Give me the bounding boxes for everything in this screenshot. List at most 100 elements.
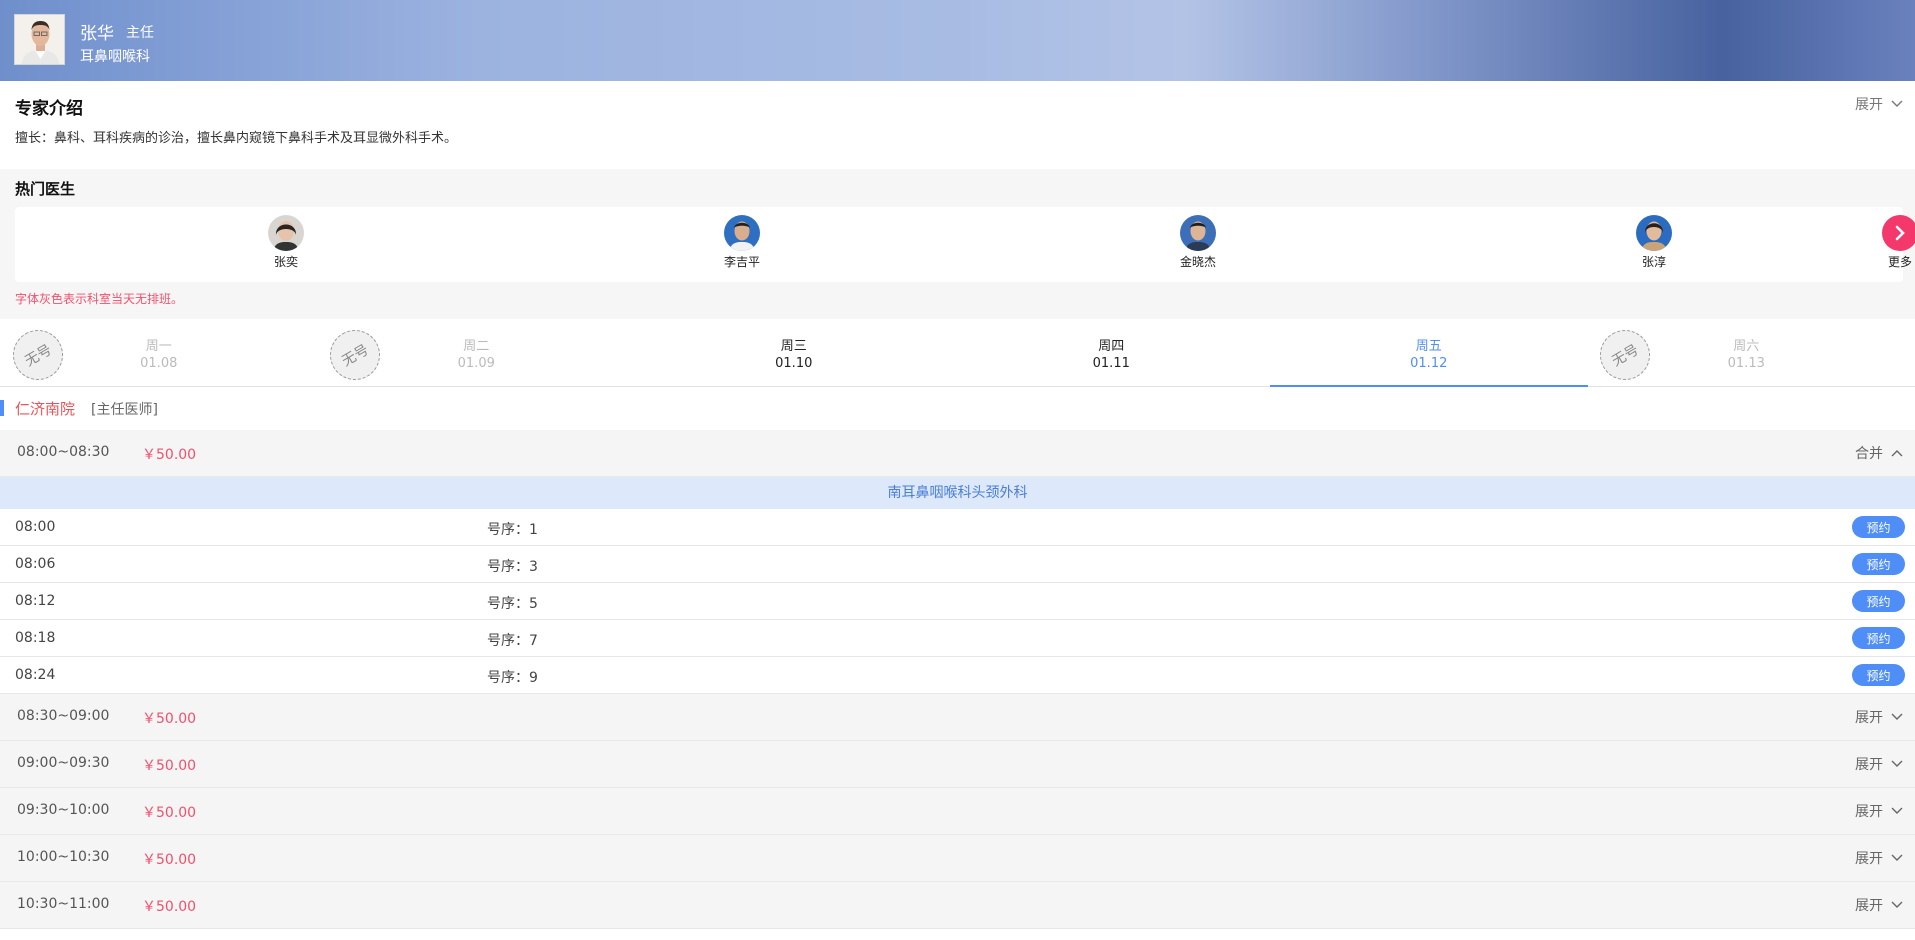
- time-slot-header[interactable]: 10:30~11:00 ￥50.00 展开: [0, 882, 1915, 929]
- slot-expand-toggle[interactable]: 展开: [1855, 848, 1903, 868]
- date-tab-date: 01.12: [1410, 356, 1448, 371]
- chevron-down-icon: [1891, 854, 1903, 861]
- book-button[interactable]: 预约: [1852, 627, 1905, 649]
- chevron-up-icon: [1891, 450, 1903, 457]
- slot-toggle-label: 展开: [1855, 851, 1883, 867]
- date-tab-fri[interactable]: 周五 01.12: [1270, 319, 1588, 387]
- appointment-number: 号序：7: [487, 633, 538, 649]
- date-tab-thu[interactable]: 周四 01.11: [953, 319, 1271, 387]
- hot-doctor-avatar: [1636, 215, 1672, 251]
- doctor-rank: [主任医师]: [91, 402, 158, 418]
- date-tab-weekday: 周四: [1098, 339, 1125, 354]
- time-slot-header[interactable]: 10:00~10:30 ￥50.00 展开: [0, 835, 1915, 882]
- hot-doctor-name: 金晓杰: [1179, 255, 1216, 269]
- appointment-row: 08:12 号序：5 预约: [0, 583, 1915, 620]
- slot-time: 10:00~10:30: [17, 849, 110, 865]
- intro-toggle-label: 展开: [1855, 97, 1883, 113]
- doctor-photo: [15, 15, 64, 64]
- hot-doctor-item[interactable]: 金晓杰: [1158, 215, 1238, 270]
- slot-toggle-label: 展开: [1855, 804, 1883, 820]
- slot-toggle-label: 展开: [1855, 710, 1883, 726]
- slot-price: ￥50.00: [142, 852, 197, 868]
- chevron-down-icon: [1891, 901, 1903, 908]
- appointment-time: 08:00: [15, 519, 56, 535]
- slot-price: ￥50.00: [142, 758, 197, 774]
- intro-text: 擅长：鼻科、耳科疾病的诊治，擅长鼻内窥镜下鼻科手术及耳显微外科手术。: [15, 131, 458, 146]
- appointment-row: 08:18 号序：7 预约: [0, 620, 1915, 657]
- book-button[interactable]: 预约: [1852, 516, 1905, 538]
- appointment-number: 号序：3: [487, 559, 538, 575]
- appointment-time: 08:18: [15, 630, 56, 646]
- chevron-down-icon: [1891, 100, 1903, 107]
- book-button[interactable]: 预约: [1852, 664, 1905, 686]
- schedule-hint: 字体灰色表示科室当天无排班。: [15, 292, 184, 306]
- slot-time: 09:30~10:00: [17, 802, 110, 818]
- hot-doctor-name: 张奕: [273, 255, 298, 269]
- hospital-header: 仁济南院 [主任医师]: [0, 387, 1915, 430]
- slot-price: ￥50.00: [142, 447, 197, 463]
- slot-expand-toggle[interactable]: 展开: [1855, 895, 1903, 915]
- appointment-number: 号序：5: [487, 596, 538, 612]
- hot-doctor-name: 李吉平: [723, 255, 760, 269]
- time-slot-header[interactable]: 08:00~08:30 ￥50.00 合并: [0, 430, 1915, 477]
- slot-toggle-label: 展开: [1855, 898, 1883, 914]
- hospital-name: 仁济南院: [15, 400, 76, 418]
- chevron-down-icon: [1891, 713, 1903, 720]
- doctor-department: 耳鼻咽喉科: [80, 49, 150, 65]
- date-tab-date: 01.10: [775, 356, 813, 371]
- slot-price: ￥50.00: [142, 711, 197, 727]
- slot-toggle-label: 展开: [1855, 757, 1883, 773]
- doctor-avatar: [14, 14, 65, 65]
- intro-title: 专家介绍: [15, 99, 83, 119]
- hot-doctor-avatar: [724, 215, 760, 251]
- doctor-name: 张华: [80, 24, 114, 44]
- hot-doctor-avatar: [268, 215, 304, 251]
- book-button[interactable]: 预约: [1852, 553, 1905, 575]
- time-slot-header[interactable]: 09:00~09:30 ￥50.00 展开: [0, 741, 1915, 788]
- doctor-header: 张华 主任 耳鼻咽喉科: [0, 0, 1915, 81]
- hot-doctors-card: 张奕 李吉平 金晓杰 张淳 更多: [15, 207, 1915, 282]
- appointment-time: 08:06: [15, 556, 56, 572]
- expert-intro-section: 专家介绍 展开 擅长：鼻科、耳科疾病的诊治，擅长鼻内窥镜下鼻科手术及耳显微外科手…: [0, 81, 1915, 169]
- slot-toggle-label: 合并: [1855, 446, 1883, 462]
- hot-doctor-item[interactable]: 张淳: [1614, 215, 1694, 270]
- slot-expand-toggle[interactable]: 展开: [1855, 754, 1903, 774]
- date-tab-date: 01.11: [1092, 356, 1130, 371]
- slot-department-band: 南耳鼻咽喉科头颈外科: [0, 477, 1915, 509]
- time-slot-header[interactable]: 08:30~09:00 ￥50.00 展开: [0, 694, 1915, 741]
- hospital-accent-bar: [0, 400, 4, 416]
- date-tabs: 周一 01.08 周二 01.09 周三 01.10 周四 01.11 周五 0…: [0, 319, 1915, 390]
- appointment-number: 号序：9: [487, 670, 538, 686]
- appointment-row: 08:06 号序：3 预约: [0, 546, 1915, 583]
- slot-time: 09:00~09:30: [17, 755, 110, 771]
- appointment-time: 08:24: [15, 667, 56, 683]
- slot-time: 10:30~11:00: [17, 896, 110, 912]
- time-slot-header[interactable]: 09:30~10:00 ￥50.00 展开: [0, 788, 1915, 835]
- slot-price: ￥50.00: [142, 805, 197, 821]
- slot-collapse-toggle[interactable]: 合并: [1855, 443, 1903, 463]
- chevron-right-icon: [1882, 215, 1915, 251]
- book-button[interactable]: 预约: [1852, 590, 1905, 612]
- appointment-number: 号序：1: [487, 522, 538, 538]
- chevron-down-icon: [1891, 760, 1903, 767]
- slot-expand-toggle[interactable]: 展开: [1855, 801, 1903, 821]
- hot-doctor-name: 张淳: [1641, 255, 1666, 269]
- hot-doctors-title: 热门医生: [15, 180, 76, 198]
- appointment-row: 08:00 号序：1 预约: [0, 509, 1915, 546]
- hot-doctor-item[interactable]: 李吉平: [702, 215, 782, 270]
- hot-doctor-item[interactable]: 张奕: [246, 215, 326, 270]
- chevron-down-icon: [1891, 807, 1903, 814]
- slot-time: 08:30~09:00: [17, 708, 110, 724]
- slot-price: ￥50.00: [142, 899, 197, 915]
- hot-doctor-avatar: [1180, 215, 1216, 251]
- more-label: 更多: [1887, 255, 1912, 269]
- slot-time: 08:00~08:30: [17, 444, 110, 460]
- intro-expand-toggle[interactable]: 展开: [1855, 94, 1903, 114]
- slot-expand-toggle[interactable]: 展开: [1855, 707, 1903, 727]
- more-doctors-button[interactable]: 更多: [1870, 215, 1915, 270]
- appointment-row: 08:24 号序：9 预约: [0, 657, 1915, 694]
- date-tab-wed[interactable]: 周三 01.10: [635, 319, 953, 387]
- date-tab-weekday: 周五: [1415, 339, 1442, 354]
- date-tab-weekday: 周三: [780, 339, 807, 354]
- appointment-time: 08:12: [15, 593, 56, 609]
